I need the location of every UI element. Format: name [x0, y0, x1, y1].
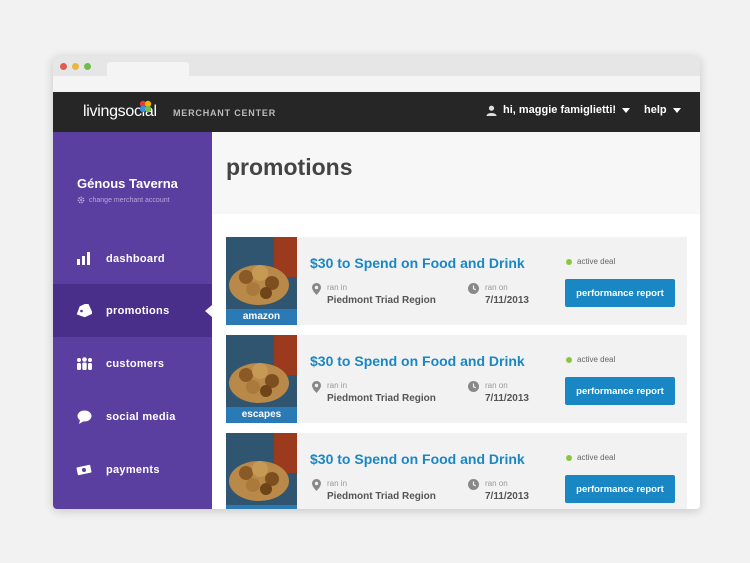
- date-value: 7/11/2013: [485, 491, 529, 502]
- user-menu[interactable]: hi, maggie famiglietti!: [486, 104, 631, 116]
- status-badge: active deal: [566, 453, 615, 462]
- logo-mark-icon: [139, 100, 152, 113]
- sidebar-item-payments[interactable]: payments: [53, 443, 212, 496]
- ran-on-label: ran on: [485, 381, 508, 390]
- partner-label: amazon: [226, 505, 297, 509]
- maximize-dot[interactable]: [84, 63, 91, 70]
- region-value: Piedmont Triad Region: [327, 393, 436, 404]
- performance-report-button[interactable]: performance report: [565, 377, 675, 405]
- location-pin-icon: [312, 283, 321, 295]
- deal-date: ran on 7/11/2013: [468, 283, 529, 306]
- address-bar-area: [53, 76, 700, 92]
- close-dot[interactable]: [60, 63, 67, 70]
- gear-icon: [77, 196, 85, 204]
- sidebar: Génous Taverna change merchant account d…: [53, 132, 212, 509]
- promotion-card: escapes $30 to Spend on Food and Drink r…: [226, 335, 687, 423]
- clock-icon: [468, 381, 479, 392]
- minimize-dot[interactable]: [72, 63, 79, 70]
- promotion-card: amazon $30 to Spend on Food and Drink ra…: [226, 237, 687, 325]
- deal-date: ran on 7/11/2013: [468, 479, 529, 502]
- sidebar-item-label: social media: [106, 410, 176, 423]
- sidebar-item-promotions[interactable]: promotions: [53, 284, 212, 337]
- status-dot-icon: [566, 454, 572, 461]
- partner-label: amazon: [226, 309, 297, 325]
- deal-region: ran in Piedmont Triad Region: [312, 283, 436, 306]
- chevron-down-icon: [622, 107, 631, 113]
- people-icon: [75, 356, 93, 372]
- sidebar-item-social-media[interactable]: social media: [53, 390, 212, 443]
- change-merchant-label: change merchant account: [89, 196, 170, 204]
- chevron-down-icon: [672, 107, 681, 113]
- food-photo-icon: [226, 433, 297, 505]
- status-dot-icon: [566, 258, 572, 265]
- sidebar-item-label: customers: [106, 357, 165, 370]
- browser-tab[interactable]: [107, 62, 189, 76]
- status-text: active deal: [577, 257, 616, 266]
- status-badge: active deal: [566, 355, 615, 364]
- clock-icon: [468, 283, 479, 294]
- active-indicator: [205, 304, 212, 317]
- deal-date: ran on 7/11/2013: [468, 381, 529, 404]
- sidebar-item-label: promotions: [106, 304, 170, 317]
- bar-chart-icon: [75, 251, 93, 267]
- ran-in-label: ran in: [327, 381, 348, 390]
- user-icon: [486, 105, 497, 116]
- location-pin-icon: [312, 479, 321, 491]
- tag-icon: [75, 303, 93, 319]
- region-value: Piedmont Triad Region: [327, 491, 436, 502]
- deal-thumbnail[interactable]: amazon: [226, 433, 297, 509]
- page-title: promotions: [226, 154, 353, 180]
- performance-report-button[interactable]: performance report: [565, 475, 675, 503]
- deal-region: ran in Piedmont Triad Region: [312, 479, 436, 502]
- sidebar-item-customers[interactable]: customers: [53, 337, 212, 390]
- status-text: active deal: [577, 355, 616, 364]
- deal-title-link[interactable]: $30 to Spend on Food and Drink: [310, 353, 525, 369]
- speech-bubble-icon: [75, 409, 93, 425]
- food-photo-icon: [226, 237, 297, 309]
- help-menu[interactable]: help: [644, 104, 681, 116]
- deal-title-link[interactable]: $30 to Spend on Food and Drink: [310, 255, 525, 271]
- ran-on-label: ran on: [485, 283, 508, 292]
- deal-thumbnail[interactable]: amazon: [226, 237, 297, 325]
- browser-window: livingsocial MERCHANT CENTER hi, maggie …: [53, 56, 700, 509]
- location-pin-icon: [312, 381, 321, 393]
- user-greeting: hi, maggie famiglietti!: [503, 104, 617, 116]
- sidebar-item-label: payments: [106, 463, 160, 476]
- merchant-center-label: MERCHANT CENTER: [173, 108, 276, 118]
- status-dot-icon: [566, 356, 572, 363]
- help-label: help: [644, 104, 667, 116]
- deal-thumbnail[interactable]: escapes: [226, 335, 297, 423]
- clock-icon: [468, 479, 479, 490]
- status-text: active deal: [577, 453, 616, 462]
- merchant-name: Génous Taverna: [77, 176, 178, 191]
- promotion-card: amazon $30 to Spend on Food and Drink ra…: [226, 433, 687, 509]
- promotions-list: amazon $30 to Spend on Food and Drink ra…: [226, 237, 687, 509]
- sidebar-item-label: dashboard: [106, 252, 165, 265]
- deal-region: ran in Piedmont Triad Region: [312, 381, 436, 404]
- ran-in-label: ran in: [327, 283, 348, 292]
- region-value: Piedmont Triad Region: [327, 295, 436, 306]
- ran-on-label: ran on: [485, 479, 508, 488]
- deal-title-link[interactable]: $30 to Spend on Food and Drink: [310, 451, 525, 467]
- status-badge: active deal: [566, 257, 615, 266]
- top-navigation-bar: livingsocial MERCHANT CENTER hi, maggie …: [53, 92, 700, 132]
- change-merchant-link[interactable]: change merchant account: [77, 196, 170, 204]
- page-header: promotions: [212, 132, 700, 214]
- cash-icon: [75, 462, 93, 478]
- date-value: 7/11/2013: [485, 295, 529, 306]
- date-value: 7/11/2013: [485, 393, 529, 404]
- performance-report-button[interactable]: performance report: [565, 279, 675, 307]
- ran-in-label: ran in: [327, 479, 348, 488]
- partner-label: escapes: [226, 407, 297, 423]
- main-content: promotions amazon $30 to Spend on Food a…: [212, 132, 700, 509]
- browser-chrome: [53, 56, 700, 92]
- sidebar-item-dashboard[interactable]: dashboard: [53, 232, 212, 285]
- food-photo-icon: [226, 335, 297, 407]
